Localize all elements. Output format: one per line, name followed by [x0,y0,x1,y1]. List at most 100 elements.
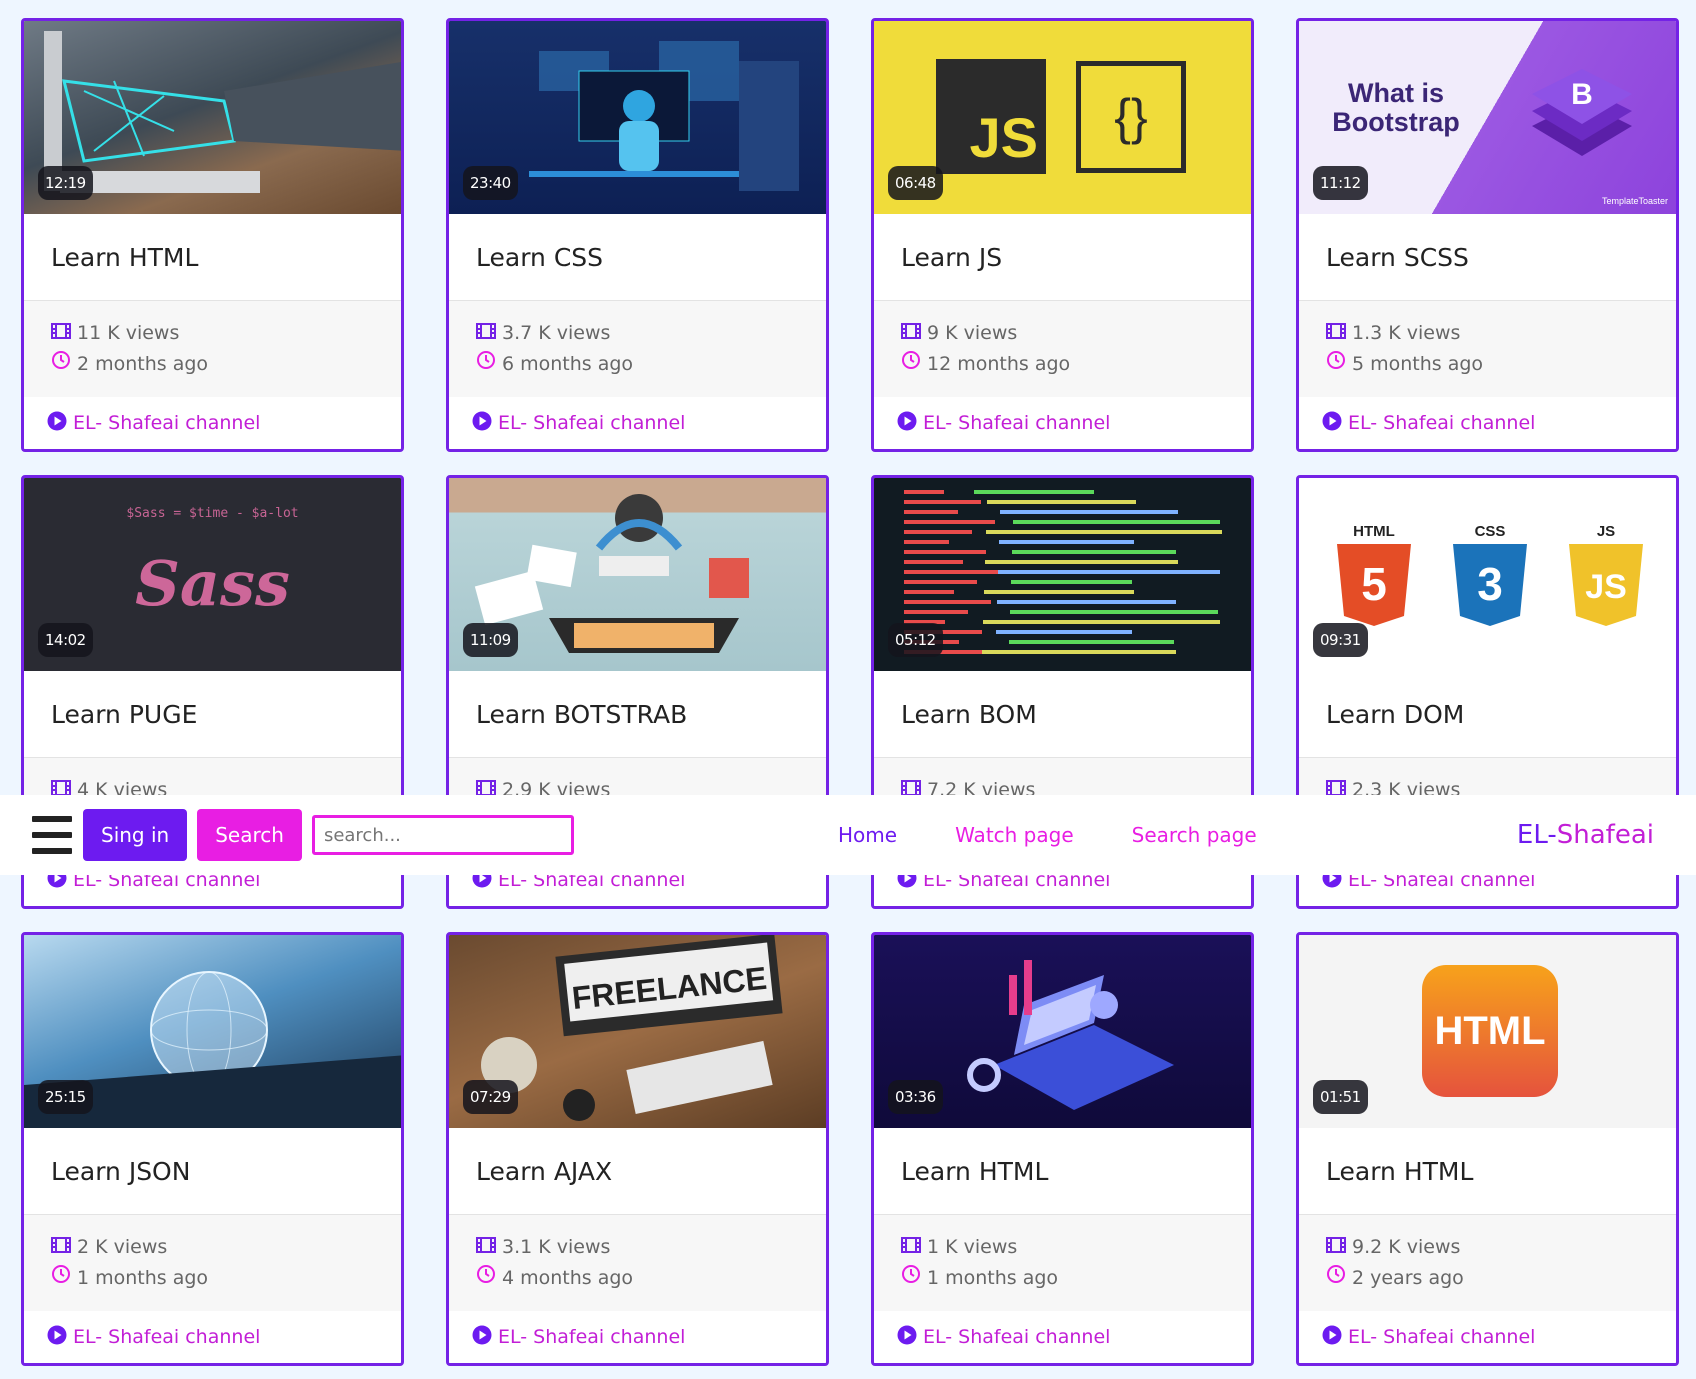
channel-link[interactable]: EL- Shafeai channel [449,397,826,449]
video-meta: 3.1 K views 4 months ago [449,1215,826,1311]
video-grid: 12:19 Learn HTML 11 K views 2 months ago EL-… [21,18,1679,1366]
video-views: 1.3 K views [1352,322,1461,344]
clock-icon [51,349,71,380]
video-title[interactable]: Learn HTML [24,214,401,301]
video-title[interactable]: Learn HTML [874,1128,1251,1215]
channel-name: EL- Shafeai channel [1348,1326,1536,1348]
video-thumbnail[interactable]: $Sass = $time - $a-lot Sass 14:02 [24,478,401,671]
video-title[interactable]: Learn AJAX [449,1128,826,1215]
video-duration: 05:12 [888,623,943,657]
clock-icon [901,349,921,380]
video-duration: 09:31 [1313,623,1368,657]
channel-link[interactable]: EL- Shafeai channel [24,1311,401,1363]
video-thumbnail[interactable]: What is Bootstrap B TemplateToaster 11:12 [1299,21,1676,214]
channel-name: EL- Shafeai channel [923,412,1111,434]
video-age: 12 months ago [927,353,1071,375]
video-views: 9.2 K views [1352,1236,1461,1258]
video-title[interactable]: Learn SCSS [1299,214,1676,301]
clock-icon [476,349,496,380]
video-title[interactable]: Learn PUGE [24,671,401,758]
video-title[interactable]: Learn BOTSTRAB [449,671,826,758]
sass-logo: Sass [135,547,290,620]
brand-logo[interactable]: EL- Shafeai [1517,795,1654,875]
play-circle-icon [897,1325,917,1350]
video-age: 5 months ago [1352,353,1484,375]
video-title[interactable]: Learn CSS [449,214,826,301]
video-card[interactable]: What is Bootstrap B TemplateToaster 11:12 Le… [1296,18,1679,452]
video-duration: 23:40 [463,166,518,200]
video-duration: 07:29 [463,1080,518,1114]
channel-link[interactable]: EL- Shafeai channel [1299,1311,1676,1363]
video-meta: 1 K views 1 months ago [874,1215,1251,1311]
video-card[interactable]: FREELANCE 07:29 Learn AJAX 3.1 K views 4 mon… [446,932,829,1366]
brand-part-1: EL- [1516,820,1557,850]
clock-icon [51,1263,71,1294]
video-thumbnail[interactable]: 05:12 [874,478,1251,671]
video-duration: 03:36 [888,1080,943,1114]
film-icon [1326,1232,1346,1263]
film-icon [1326,318,1346,349]
js-logo: JS [936,59,1046,174]
play-circle-icon [47,411,67,436]
play-circle-icon [1322,1325,1342,1350]
video-card[interactable]: 12:19 Learn HTML 11 K views 2 months ago EL-… [21,18,404,452]
video-title[interactable]: Learn JS [874,214,1251,301]
video-thumbnail[interactable]: FREELANCE 07:29 [449,935,826,1128]
channel-name: EL- Shafeai channel [73,412,261,434]
video-thumbnail[interactable]: HTML 5 CSS 3 JS JS 09:31 [1299,478,1676,671]
video-meta: 2 K views 1 months ago [24,1215,401,1311]
video-views: 9 K views [927,322,1018,344]
video-card[interactable]: 23:40 Learn CSS 3.7 K views 6 months ago EL-… [446,18,829,452]
bootstrap-logo: B [1532,69,1632,156]
nav-link-search-page[interactable]: Search page [1132,823,1257,847]
video-thumbnail[interactable]: HTML 01:51 [1299,935,1676,1128]
video-title[interactable]: Learn JSON [24,1128,401,1215]
play-circle-icon [897,411,917,436]
channel-link[interactable]: EL- Shafeai channel [449,1311,826,1363]
video-duration: 06:48 [888,166,943,200]
video-thumbnail[interactable]: 03:36 [874,935,1251,1128]
code-window-icon: {} [1076,61,1186,173]
video-thumbnail[interactable]: 11:09 [449,478,826,671]
video-meta: 1.3 K views 5 months ago [1299,301,1676,397]
play-circle-icon [472,1325,492,1350]
search-input[interactable] [311,815,574,855]
video-card[interactable]: 03:36 Learn HTML 1 K views 1 months ago EL- … [871,932,1254,1366]
video-title[interactable]: Learn HTML [1299,1128,1676,1215]
play-circle-icon [47,1325,67,1350]
clock-icon [1326,349,1346,380]
search-button[interactable]: Search [197,809,302,861]
video-age: 1 months ago [77,1267,209,1289]
film-icon [51,1232,71,1263]
video-thumbnail[interactable]: 12:19 [24,21,401,214]
channel-name: EL- Shafeai channel [1348,412,1536,434]
channel-link[interactable]: EL- Shafeai channel [874,397,1251,449]
video-thumbnail[interactable]: 25:15 [24,935,401,1128]
video-card[interactable]: HTML 01:51 Learn HTML 9.2 K views 2 years ag… [1296,932,1679,1366]
video-views: 11 K views [77,322,180,344]
video-thumbnail[interactable]: JS {} 06:48 [874,21,1251,214]
channel-link[interactable]: EL- Shafeai channel [24,397,401,449]
video-age: 2 months ago [77,353,209,375]
video-title[interactable]: Learn BOM [874,671,1251,758]
clock-icon [901,1263,921,1294]
video-duration: 01:51 [1313,1080,1368,1114]
video-age: 4 months ago [502,1267,634,1289]
video-age: 2 years ago [1352,1267,1464,1289]
video-duration: 14:02 [38,623,93,657]
sass-code-line: $Sass = $time - $a-lot [126,506,299,521]
sign-in-button[interactable]: Sing in [83,809,188,861]
css-label: CSS [1475,523,1506,540]
video-thumbnail[interactable]: 23:40 [449,21,826,214]
nav-link-home[interactable]: Home [838,823,897,847]
js-label: JS [1597,523,1615,540]
channel-link[interactable]: EL- Shafeai channel [874,1311,1251,1363]
film-icon [901,318,921,349]
menu-icon[interactable] [32,816,72,854]
video-age: 6 months ago [502,353,634,375]
video-title[interactable]: Learn DOM [1299,671,1676,758]
video-card[interactable]: JS {} 06:48 Learn JS 9 K views 12 months ago E… [871,18,1254,452]
channel-link[interactable]: EL- Shafeai channel [1299,397,1676,449]
video-card[interactable]: 25:15 Learn JSON 2 K views 1 months ago EL- … [21,932,404,1366]
nav-link-watch-page[interactable]: Watch page [955,823,1074,847]
